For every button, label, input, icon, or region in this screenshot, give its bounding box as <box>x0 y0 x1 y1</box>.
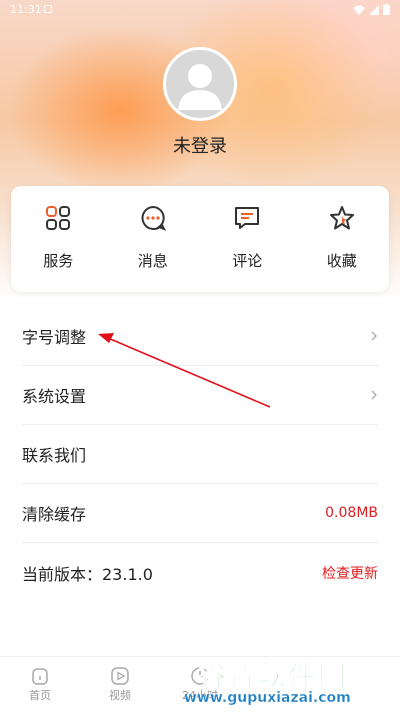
battery-icon <box>383 4 390 15</box>
comment-icon <box>235 207 260 229</box>
watermark: 谷普软件园 www.gupuxiazai.com <box>184 656 392 708</box>
messages-label: 消息 <box>137 252 168 270</box>
chevron-right-icon <box>371 390 377 400</box>
star-icon <box>329 206 354 230</box>
font-size-row[interactable]: 字号调整 <box>22 307 378 366</box>
tab-video[interactable]: 视频 <box>80 657 160 712</box>
status-time: 11:31 <box>10 3 42 16</box>
settings-list: 字号调整 系统设置 联系我们 清除缓存 0.08MB 当前版本：23.1.0 检… <box>22 307 378 602</box>
grid-icon <box>46 206 71 230</box>
tab-home-label: 首页 <box>29 689 51 702</box>
signal-icon <box>369 4 379 15</box>
default-avatar-icon <box>178 64 222 110</box>
home-icon <box>32 668 48 685</box>
comments-label: 评论 <box>232 252 263 270</box>
messages-button[interactable]: 消息 <box>106 186 201 292</box>
cache-size-value: 0.08MB <box>325 505 378 521</box>
font-size-label: 字号调整 <box>22 328 87 347</box>
watermark-title: 谷普软件园 <box>197 659 349 693</box>
tab-video-label: 视频 <box>109 689 131 702</box>
wifi-icon <box>353 5 365 15</box>
favorites-button[interactable]: 收藏 <box>295 186 390 292</box>
notification-icon <box>44 5 52 13</box>
chevron-right-icon <box>371 331 377 341</box>
service-button[interactable]: 服务 <box>11 186 106 292</box>
avatar[interactable] <box>163 47 237 121</box>
quick-actions-card: 服务 消息 评论 收藏 <box>11 186 389 292</box>
message-icon <box>141 205 166 231</box>
favorites-label: 收藏 <box>326 252 357 270</box>
clear-cache-row[interactable]: 清除缓存 0.08MB <box>22 484 378 543</box>
comments-button[interactable]: 评论 <box>200 186 295 292</box>
login-status-text[interactable]: 未登录 <box>0 132 400 158</box>
version-label: 当前版本：23.1.0 <box>22 564 153 584</box>
system-settings-row[interactable]: 系统设置 <box>22 366 378 425</box>
status-bar: 11:31 <box>0 0 400 22</box>
contact-us-row[interactable]: 联系我们 <box>22 425 378 484</box>
version-row: 当前版本：23.1.0 检查更新 <box>22 543 378 602</box>
clear-cache-label: 清除缓存 <box>22 505 87 524</box>
system-settings-label: 系统设置 <box>22 387 87 406</box>
contact-us-label: 联系我们 <box>22 446 87 465</box>
watermark-url: www.gupuxiazai.com <box>184 690 351 706</box>
check-update-button[interactable]: 检查更新 <box>322 563 378 583</box>
tab-home[interactable]: 首页 <box>0 657 80 712</box>
status-icons <box>353 4 390 15</box>
service-label: 服务 <box>43 252 74 270</box>
play-icon <box>111 667 129 685</box>
